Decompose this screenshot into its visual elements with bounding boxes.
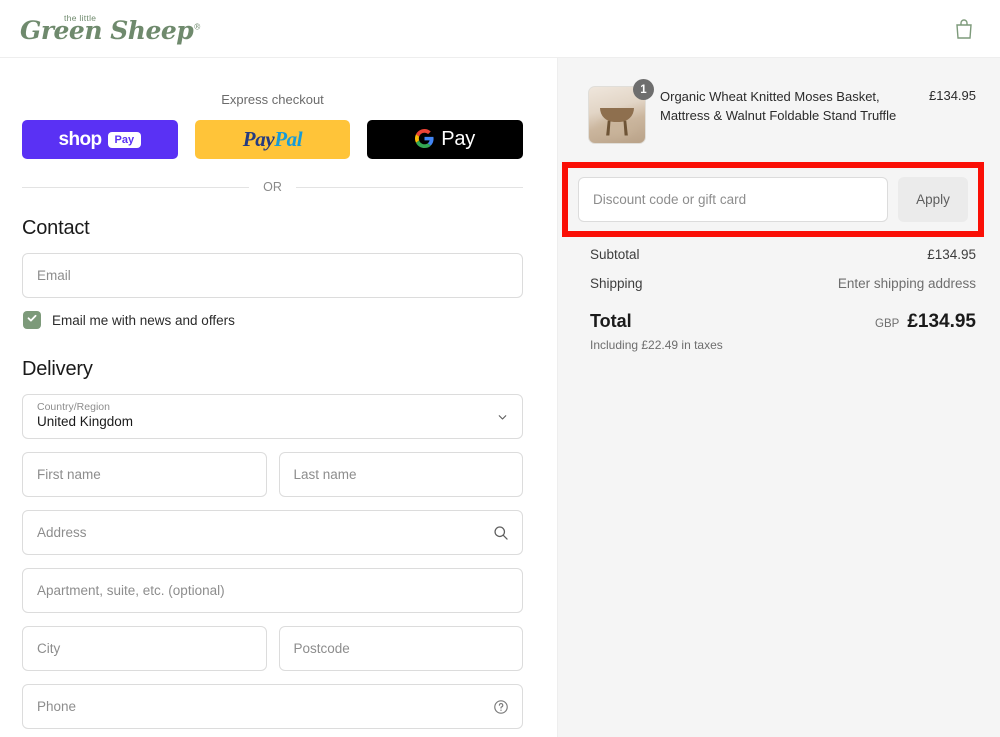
email-field[interactable]: Email	[22, 253, 523, 298]
product-thumbnail-wrap[interactable]: 1	[588, 86, 646, 144]
country-value: United Kingdom	[37, 413, 133, 432]
brand-logo[interactable]: the little Green Sheep®	[20, 14, 201, 44]
express-payment-buttons: shop Pay PayPal Pay	[22, 120, 523, 159]
quantity-badge: 1	[633, 79, 654, 100]
google-pay-button[interactable]: Pay	[367, 120, 523, 159]
total-amount-group: GBP £134.95	[875, 311, 976, 333]
last-name-field[interactable]: Last name	[279, 452, 524, 497]
express-checkout-title: Express checkout	[22, 92, 523, 107]
checkout-layout: Express checkout shop Pay PayPal Pa	[0, 58, 1000, 737]
city-placeholder: City	[37, 641, 60, 656]
address-placeholder: Address	[37, 525, 87, 540]
shop-pay-word: shop	[59, 129, 102, 151]
subtotal-row: Subtotal £134.95	[590, 247, 976, 262]
order-line-item: 1 Organic Wheat Knitted Moses Basket, Ma…	[588, 86, 976, 144]
subtotal-value: £134.95	[927, 247, 976, 262]
city-field[interactable]: City	[22, 626, 267, 671]
order-summary-column: 1 Organic Wheat Knitted Moses Basket, Ma…	[558, 58, 1000, 737]
delivery-heading: Delivery	[22, 358, 523, 381]
name-row: First name Last name	[22, 452, 523, 510]
newsletter-label: Email me with news and offers	[52, 313, 235, 328]
postcode-placeholder: Postcode	[294, 641, 350, 656]
total-label: Total	[590, 311, 632, 332]
phone-field[interactable]: Phone	[22, 684, 523, 729]
order-totals: Subtotal £134.95 Shipping Enter shipping…	[588, 247, 976, 352]
discount-section-highlight: Discount code or gift card Apply	[562, 162, 984, 237]
shipping-label: Shipping	[590, 276, 643, 291]
divider-line-right	[296, 187, 523, 188]
site-header: the little Green Sheep®	[0, 0, 1000, 58]
contact-heading: Contact	[22, 217, 523, 240]
shop-pay-tag: Pay	[108, 132, 142, 148]
subtotal-label: Subtotal	[590, 247, 640, 262]
apartment-field[interactable]: Apartment, suite, etc. (optional)	[22, 568, 523, 613]
logo-wordmark: Green Sheep®	[20, 18, 201, 43]
google-pay-word: Pay	[441, 128, 475, 151]
first-name-placeholder: First name	[37, 467, 101, 482]
total-row: Total GBP £134.95	[590, 311, 976, 333]
cart-button[interactable]	[950, 14, 978, 44]
shipping-row: Shipping Enter shipping address	[590, 276, 976, 291]
apartment-placeholder: Apartment, suite, etc. (optional)	[37, 583, 225, 598]
address-field[interactable]: Address	[22, 510, 523, 555]
country-label: Country/Region	[37, 401, 110, 414]
last-name-placeholder: Last name	[294, 467, 357, 482]
google-g-icon	[415, 129, 434, 151]
apply-discount-button[interactable]: Apply	[898, 177, 968, 222]
stand-shape	[606, 121, 628, 136]
chevron-down-icon	[496, 410, 509, 423]
product-price: £134.95	[929, 86, 976, 103]
city-postcode-row: City Postcode	[22, 626, 523, 684]
email-placeholder: Email	[37, 268, 71, 283]
paypal-button[interactable]: PayPal	[195, 120, 351, 159]
phone-placeholder: Phone	[37, 699, 76, 714]
help-circle-icon[interactable]	[493, 699, 509, 715]
total-value: £134.95	[907, 311, 976, 333]
registered-mark: ®	[193, 23, 201, 32]
shop-pay-button[interactable]: shop Pay	[22, 120, 178, 159]
shopping-bag-icon	[954, 28, 974, 43]
product-title: Organic Wheat Knitted Moses Basket, Matt…	[660, 86, 915, 126]
divider-line-left	[22, 187, 249, 188]
search-icon[interactable]	[493, 525, 509, 541]
taxes-note: Including £22.49 in taxes	[590, 338, 976, 352]
shipping-value: Enter shipping address	[838, 276, 976, 291]
country-select[interactable]: Country/Region United Kingdom	[22, 394, 523, 439]
discount-code-input[interactable]: Discount code or gift card	[578, 177, 888, 222]
postcode-field[interactable]: Postcode	[279, 626, 524, 671]
or-divider: OR	[22, 180, 523, 194]
or-label: OR	[263, 180, 282, 194]
newsletter-checkbox[interactable]	[23, 311, 41, 329]
check-icon	[26, 311, 38, 329]
checkout-form-column: Express checkout shop Pay PayPal Pa	[0, 58, 558, 737]
first-name-field[interactable]: First name	[22, 452, 267, 497]
currency-code: GBP	[875, 318, 899, 330]
discount-placeholder: Discount code or gift card	[593, 192, 746, 207]
newsletter-row[interactable]: Email me with news and offers	[23, 311, 523, 329]
paypal-wordmark: PayPal	[243, 127, 302, 152]
